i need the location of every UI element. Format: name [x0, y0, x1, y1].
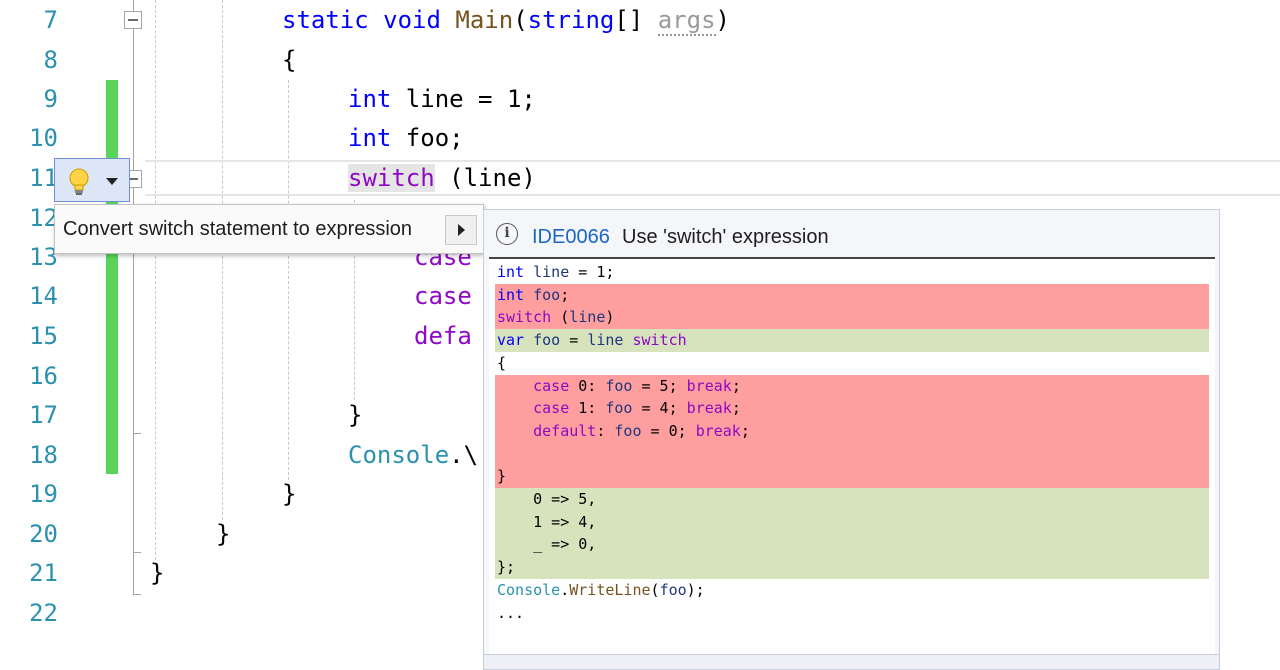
- code-line-15[interactable]: defa: [414, 316, 472, 356]
- keyword: void: [383, 6, 441, 34]
- line-number-17: 17: [29, 401, 58, 429]
- code-text: foo;: [391, 124, 464, 152]
- switch-keyword: switch: [348, 164, 435, 192]
- keyword: case: [414, 282, 472, 310]
- diff-line-deleted: }: [495, 465, 1209, 489]
- quick-actions-menu: Convert switch statement to expression: [54, 204, 484, 254]
- diff-line-deleted: case 0: foo = 5; break;: [495, 374, 1209, 398]
- change-tracking-bar: [106, 80, 118, 474]
- code-text: line = 1;: [391, 85, 536, 113]
- code-editor[interactable]: 7 8 9 10 11 12 13 14 15 16 17 18 19 20 21 22 static voi…: [0, 0, 1280, 670]
- diff-line-added: var foo = line switch: [495, 329, 1209, 353]
- method-name: Main: [455, 6, 514, 34]
- code-line-18[interactable]: Console.\: [348, 435, 478, 475]
- indent-guide: [222, 0, 223, 520]
- menu-item-label: Convert switch statement to expression: [63, 218, 413, 240]
- diff-line-deleted: [495, 442, 1209, 466]
- code-line-17[interactable]: }: [348, 395, 362, 435]
- type-name: Console: [348, 441, 450, 469]
- code-text: (line): [434, 164, 536, 192]
- line-number-10: 10: [29, 124, 58, 152]
- line-number-16: 16: [29, 362, 58, 390]
- diagnostic-id-link[interactable]: IDE0066: [532, 226, 610, 249]
- info-icon: i: [496, 223, 518, 245]
- code-line-21[interactable]: }: [150, 553, 164, 593]
- line-number-15: 15: [29, 322, 58, 350]
- diff-line-deleted: case 1: foo = 4; break;: [495, 397, 1209, 421]
- line-number-11: 11: [29, 164, 58, 192]
- preview-header: i IDE0066 Use 'switch' expression: [484, 210, 1219, 258]
- code-line-14[interactable]: case: [414, 276, 472, 316]
- chevron-right-icon[interactable]: [445, 215, 477, 245]
- code-line-9[interactable]: int line = 1;: [348, 79, 536, 119]
- keyword: defa: [414, 322, 472, 350]
- code-line-8[interactable]: {: [282, 40, 296, 80]
- diff-line-added: _ => 0,: [495, 533, 1209, 557]
- diff-line-added: 1 => 4,: [495, 510, 1209, 534]
- outline-end-tick: [133, 433, 141, 434]
- line-number-9: 9: [43, 85, 58, 113]
- diff-line-added: };: [495, 556, 1209, 580]
- collapse-method-icon[interactable]: [124, 11, 142, 29]
- code-line-19[interactable]: }: [282, 474, 296, 514]
- code-fix-preview: i IDE0066 Use 'switch' expression int li…: [483, 209, 1220, 670]
- preview-footer: [484, 654, 1219, 669]
- outline-end-tick: [133, 594, 141, 595]
- line-number-20: 20: [29, 520, 58, 548]
- line-number-22: 22: [29, 599, 58, 627]
- outline-line: [133, 0, 134, 11]
- diff-line-normal: {: [497, 353, 507, 372]
- chevron-down-icon[interactable]: [106, 178, 118, 185]
- line-number-21: 21: [29, 559, 58, 587]
- diff-line-deleted: int foo;: [495, 283, 1209, 307]
- lightbulb-icon: [69, 168, 89, 195]
- line-number-18: 18: [29, 441, 58, 469]
- keyword: int: [348, 124, 392, 152]
- keyword: static: [282, 6, 369, 34]
- line-number-19: 19: [29, 480, 58, 508]
- code-line-20[interactable]: }: [216, 514, 230, 554]
- line-number-7: 7: [43, 6, 58, 34]
- diff-line-deleted: default: foo = 0; break;: [495, 419, 1209, 443]
- diff-line-normal: int line = 1;: [497, 263, 615, 281]
- indent-guide: [155, 0, 156, 560]
- keyword: int: [348, 85, 392, 113]
- diagnostic-message: Use 'switch' expression: [622, 226, 829, 248]
- code-line-10[interactable]: int foo;: [348, 118, 464, 158]
- line-number-14: 14: [29, 282, 58, 310]
- code-line-7[interactable]: static void Main(string[] args): [282, 0, 730, 40]
- punctuation: (: [513, 6, 528, 34]
- diff-line-deleted: switch (line): [495, 306, 1209, 330]
- menu-item-convert-switch[interactable]: Convert switch statement to expression: [57, 209, 495, 249]
- outline-line: [133, 29, 134, 170]
- line-number-8: 8: [43, 46, 58, 74]
- indent-guide: [288, 80, 289, 480]
- diff-line-normal: Console.WriteLine(foo);: [497, 580, 705, 599]
- line-number-12: 12: [29, 204, 58, 232]
- unused-parameter: args: [657, 6, 716, 36]
- line-number-13: 13: [29, 243, 58, 271]
- keyword: string: [527, 6, 615, 34]
- diff-line-normal: ...: [497, 603, 525, 622]
- current-line-highlight: [145, 160, 1280, 196]
- code-text: .\: [449, 441, 479, 469]
- punctuation: []: [614, 6, 658, 34]
- quick-actions-button[interactable]: [54, 158, 130, 202]
- diff-line-added: 0 => 5,: [495, 488, 1209, 511]
- diff-view: int line = 1; int foo; switch (line) var fo…: [489, 257, 1215, 655]
- punctuation: ): [715, 6, 730, 34]
- outline-end-tick: [133, 552, 141, 553]
- code-line-11[interactable]: switch (line): [348, 158, 536, 198]
